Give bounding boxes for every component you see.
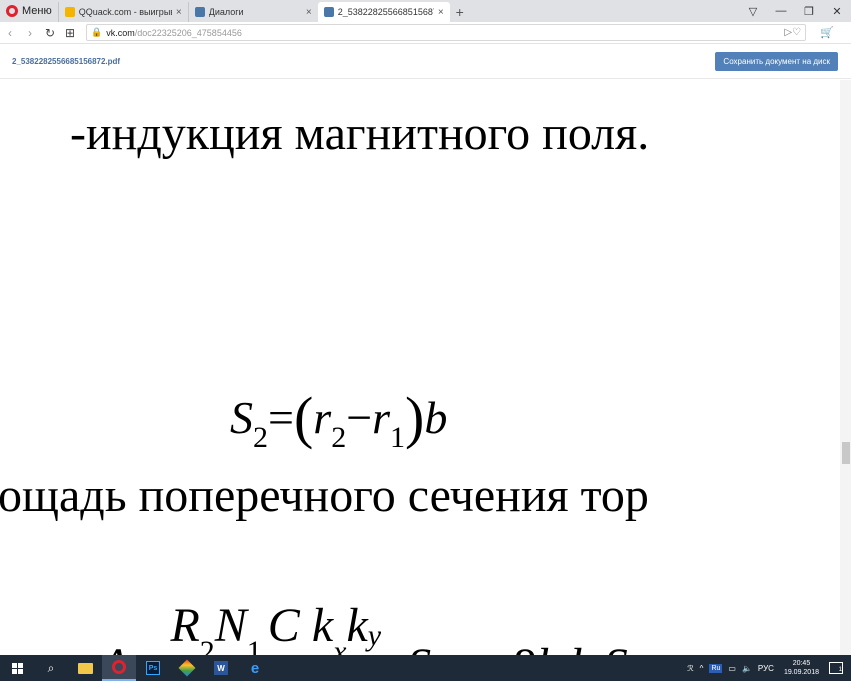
tab-title: QQuack.com - выигрывай <box>78 7 172 17</box>
opera-taskbar-icon[interactable] <box>102 655 136 681</box>
send-heart-icon[interactable]: ▷♡ <box>784 27 801 38</box>
formula-symbol: R <box>170 599 200 652</box>
windows-taskbar: ⌕ Ps W e ℛ ^ Ru ▭ 🔈 РУС 20:45 19.09.2018… <box>0 655 851 681</box>
forward-icon[interactable]: › <box>20 26 40 40</box>
clock-time: 20:45 <box>792 660 811 667</box>
text-line-cross-section: ощадь поперечного сечения тор <box>0 469 649 522</box>
qquack-favicon-icon <box>64 7 75 17</box>
formula-symbol: k <box>311 599 334 652</box>
volume-icon[interactable]: 🔈 <box>742 664 752 673</box>
formula-symbol: S <box>407 639 431 655</box>
new-tab-button[interactable]: + <box>450 2 470 22</box>
keyboard-layout-badge[interactable]: Ru <box>709 663 723 673</box>
pdf-viewer[interactable]: -индукция магнитного поля. S2=(r2−r1)b о… <box>0 80 840 655</box>
file-explorer-icon[interactable] <box>68 655 102 681</box>
start-button[interactable] <box>0 655 34 681</box>
opera-menu-button[interactable]: Меню <box>0 0 58 22</box>
formula-paren: ) <box>405 385 425 450</box>
search-icon[interactable]: ⌕ <box>34 655 68 681</box>
formula-symbol: A <box>100 639 128 655</box>
formula-subscript: x <box>333 635 347 655</box>
save-to-disk-button[interactable]: Сохранить документ на диск <box>715 52 838 71</box>
address-bar: ‹ › ↻ ⊞ 🔒 vk.com /doc22325206_475854456 … <box>0 22 851 44</box>
formula-s2: S2=(r2−r1)b <box>230 380 448 454</box>
speed-dial-icon[interactable]: ⊞ <box>60 26 80 40</box>
formula-subscript: 1 <box>390 421 406 454</box>
menu-label: Меню <box>22 5 52 17</box>
scrollbar-thumb[interactable] <box>842 442 850 464</box>
formula-subscript: 2 <box>199 635 215 655</box>
url-path: /doc22325206_475854456 <box>134 27 242 38</box>
formula-symbol: r <box>372 392 391 443</box>
close-icon[interactable]: × <box>176 7 182 18</box>
formula-symbol: k <box>346 599 368 652</box>
clock[interactable]: 20:45 19.09.2018 <box>784 659 819 677</box>
notification-count: 1 <box>838 667 842 673</box>
tab-menu-icon[interactable]: ▽ <box>739 5 767 18</box>
tab-dialogs[interactable]: Диалоги × <box>187 2 318 22</box>
tab-title: 2_5382282556685156872.p <box>337 7 434 17</box>
text-line-induction: -индукция магнитного поля. <box>70 107 650 160</box>
close-icon[interactable]: × <box>306 7 312 18</box>
window-controls: ▽ — ❐ ✕ <box>739 0 851 22</box>
tab-qquack[interactable]: QQuack.com - выигрывай × <box>57 2 188 22</box>
chevron-up-icon[interactable]: ^ <box>700 664 704 673</box>
formula-operator: − <box>346 392 373 443</box>
formula-subscript: y <box>367 619 382 652</box>
reload-icon[interactable]: ↻ <box>40 26 60 40</box>
pen-icon[interactable]: ℛ <box>687 664 693 673</box>
formula-symbol: S <box>230 392 253 443</box>
system-tray: ℛ ^ Ru ▭ 🔈 РУС 20:45 19.09.2018 1 <box>687 655 851 681</box>
formula-a: A R2N1C kxky S 8k k S <box>100 598 628 655</box>
formula-subscript: 2 <box>253 421 268 454</box>
close-icon[interactable]: × <box>438 7 444 18</box>
word-icon[interactable]: W <box>204 655 238 681</box>
vertical-scrollbar[interactable] <box>840 80 851 655</box>
cart-icon[interactable]: 🛒 <box>820 26 834 39</box>
vk-favicon-icon <box>323 7 334 17</box>
formula-symbol: b <box>424 392 448 443</box>
lock-icon: 🔒 <box>91 27 103 37</box>
tab-bar: Меню QQuack.com - выигрывай × Диалоги × … <box>0 0 851 22</box>
tab-pdf-document[interactable]: 2_5382282556685156872.p × <box>317 2 450 22</box>
url-field[interactable]: 🔒 vk.com /doc22325206_475854456 ▷♡ <box>86 24 806 41</box>
formula-symbol: k k S <box>537 639 628 655</box>
windows-logo-icon <box>11 662 23 674</box>
formula-operator: = <box>268 392 294 443</box>
edge-icon[interactable]: e <box>238 655 272 681</box>
vk-favicon-icon <box>194 7 205 17</box>
minimize-icon[interactable]: — <box>767 5 795 17</box>
clock-date: 19.09.2018 <box>783 669 819 676</box>
network-icon[interactable]: ▭ <box>728 664 736 673</box>
formula-symbol: C <box>267 599 300 652</box>
document-file-name[interactable]: 2_5382282556685156872.pdf <box>12 57 120 66</box>
formula-paren: ( <box>293 385 314 450</box>
url-host: vk.com <box>106 27 135 38</box>
back-icon[interactable]: ‹ <box>0 26 20 40</box>
formula-subscript: 1 <box>246 635 262 655</box>
formula-subscript: 2 <box>331 421 347 454</box>
restore-icon[interactable]: ❐ <box>795 5 823 18</box>
notification-center-icon[interactable]: 1 <box>829 662 843 674</box>
tab-title: Диалоги <box>208 7 244 17</box>
formula-symbol: r <box>313 392 332 443</box>
formula-symbol: 8 <box>513 639 537 655</box>
formula-symbol: N <box>214 599 247 652</box>
app-colorful-icon[interactable] <box>170 655 204 681</box>
close-window-icon[interactable]: ✕ <box>823 5 851 18</box>
language-indicator[interactable]: РУС <box>758 664 774 673</box>
document-header: 2_5382282556685156872.pdf Сохранить доку… <box>0 45 851 79</box>
photoshop-icon[interactable]: Ps <box>136 655 170 681</box>
opera-logo-icon <box>6 5 18 17</box>
